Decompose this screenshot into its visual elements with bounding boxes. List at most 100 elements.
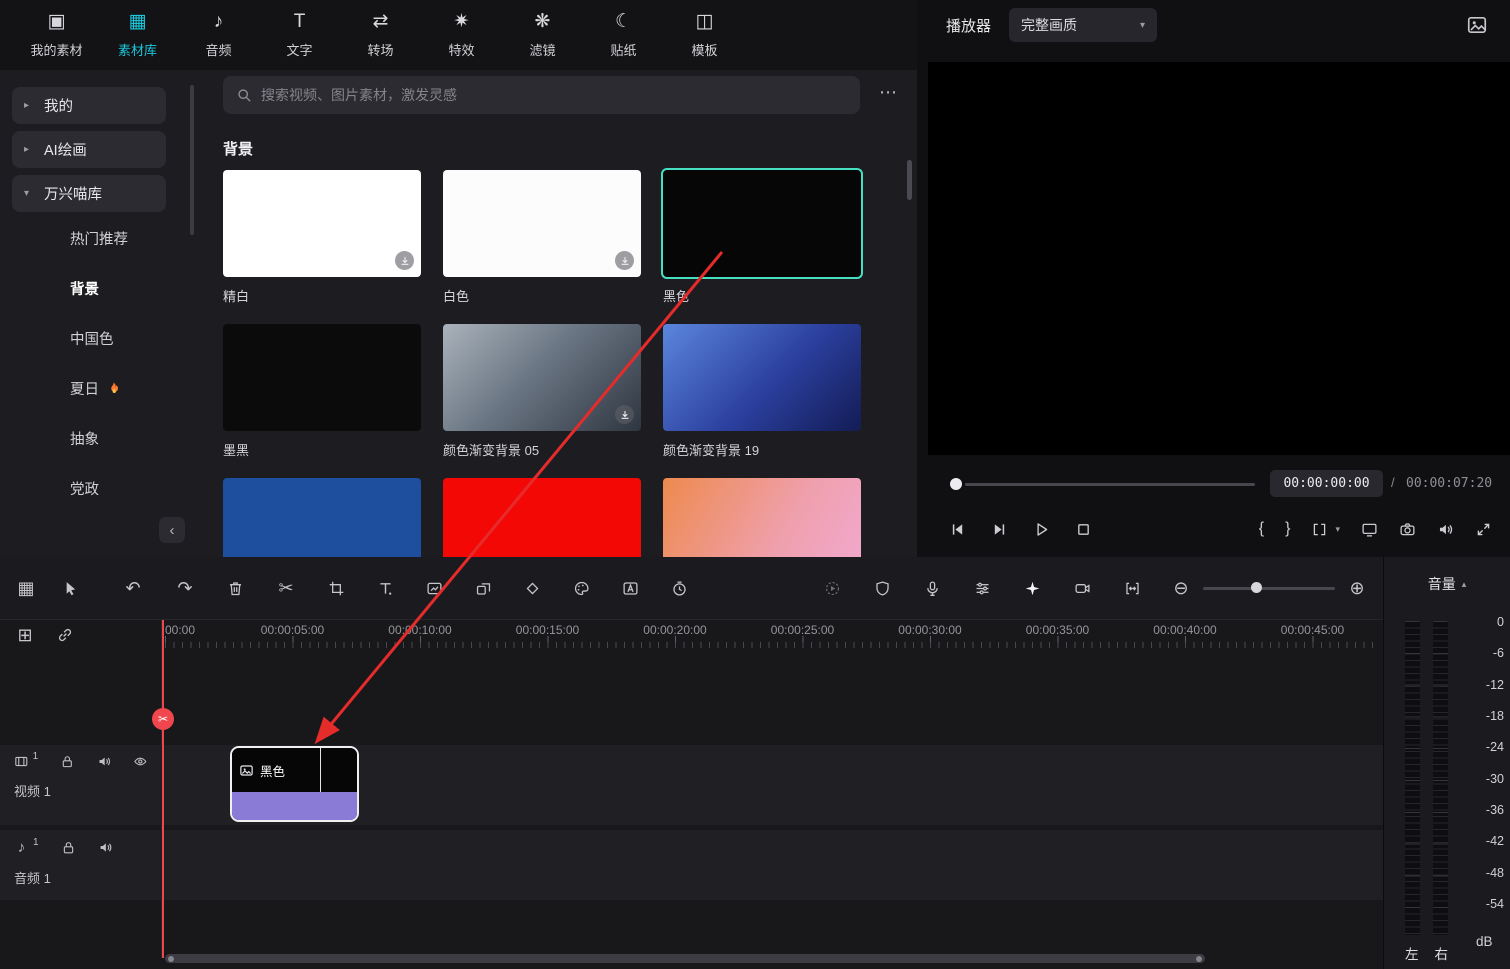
crop-button[interactable] [328,580,345,597]
next-frame-button[interactable] [991,521,1008,538]
tab-media[interactable]: ▣我的素材 [16,11,97,59]
sidebar-group-2[interactable]: ▾万兴喵库 [12,175,166,212]
library-item[interactable] [223,478,421,557]
snapshot-button[interactable] [1399,521,1416,538]
sidebar-item-1[interactable]: 背景 [0,263,200,313]
player-volume-button[interactable] [1437,521,1454,538]
mask-button[interactable] [874,580,891,597]
stop-button[interactable] [1075,521,1092,538]
download-icon[interactable] [615,405,634,424]
duration-button[interactable] [671,580,688,597]
library-item[interactable] [443,478,641,557]
tab-library[interactable]: ▦素材库 [97,11,178,59]
redo-button[interactable]: ↷ [175,577,195,599]
enhance-button[interactable] [1024,580,1041,597]
adjust-button[interactable] [974,580,991,597]
sidebar-collapse-button[interactable]: ‹ [159,517,185,543]
media-grid-icon[interactable]: ▦ [16,577,36,599]
tab-effects[interactable]: ✷特效 [421,11,502,59]
tab-music[interactable]: ♪音频 [178,11,259,59]
download-icon[interactable] [395,251,414,270]
video-track-header: 1 视频 1 [0,745,161,825]
ruler-label: 00:00:35:00 [1026,623,1089,637]
volume-meters [1405,621,1448,935]
playhead[interactable] [162,620,164,958]
text-tool-button[interactable] [377,580,394,597]
add-track-button[interactable]: ⊞ [14,624,36,646]
sidebar-group-0[interactable]: ▸我的 [12,87,166,124]
player-tools: { } ▾ [1259,512,1492,546]
tab-transition[interactable]: ⇄转场 [340,11,421,59]
duplicate-button[interactable] [475,580,492,597]
library-item[interactable]: 颜色渐变背景 19 [663,324,861,459]
mute-track-icon[interactable] [98,840,113,855]
previous-frame-button[interactable] [949,521,966,538]
sidebar-group-1[interactable]: ▸AI绘画 [12,131,166,168]
sidebar-item-4[interactable]: 抽象 [0,413,200,463]
library-item-label: 白色 [443,286,641,305]
volume-header[interactable]: 音量 ▴ [1384,569,1510,599]
quality-dropdown[interactable]: 完整画质 ▾ [1009,8,1157,42]
screen-record-button[interactable] [1074,580,1091,597]
fit-timeline-button[interactable] [1124,580,1141,597]
color-correction-button[interactable] [573,580,590,597]
mark-out-button[interactable]: } [1285,520,1290,538]
fullscreen-button[interactable] [1475,521,1492,538]
chevron-down-icon[interactable]: ▾ [1335,524,1340,535]
tab-template[interactable]: ◫模板 [664,11,745,59]
in-out-range-button[interactable] [1311,521,1328,538]
lock-track-icon[interactable] [61,840,76,855]
scrollbar-left-handle[interactable] [168,956,174,962]
search-input[interactable] [261,87,847,103]
mute-track-icon[interactable] [97,754,112,769]
chevron-down-icon: ▾ [1140,20,1145,31]
zoom-out-button[interactable]: ⊖ [1171,577,1191,599]
speed-button[interactable] [426,580,443,597]
speech-to-text-button[interactable] [622,580,639,597]
display-mode-button[interactable] [1361,521,1378,538]
db-tick-label: -18 [1486,709,1504,723]
library-item[interactable] [663,478,861,557]
delete-button[interactable] [227,580,244,597]
scrollbar-right-handle[interactable] [1196,956,1202,962]
library-item[interactable]: 白色 [443,170,641,305]
hide-track-icon[interactable] [133,754,148,769]
sidebar-item-3[interactable]: 夏日 [0,363,200,413]
play-button[interactable] [1033,521,1050,538]
keyframe-button[interactable] [524,580,541,597]
library-item[interactable]: 黑色 [663,170,861,305]
library-scrollbar[interactable] [907,160,912,200]
zoom-slider-handle[interactable] [1251,582,1262,593]
undo-button[interactable]: ↶ [123,577,143,599]
library-item[interactable]: 精白 [223,170,421,305]
preview-image-icon[interactable] [1466,14,1488,36]
sidebar-scrollbar[interactable] [190,85,194,235]
tab-filter[interactable]: ❋滤镜 [502,11,583,59]
split-scissors-button[interactable]: ✂ [276,577,296,599]
progress-track[interactable] [965,483,1255,486]
render-preview-button[interactable] [824,580,841,597]
zoom-slider[interactable] [1203,578,1335,598]
sidebar-item-0[interactable]: 热门推荐 [0,213,200,263]
timeline-ruler[interactable]: 00:0000:00:05:0000:00:10:0000:00:15:0000… [0,620,1383,650]
zoom-in-button[interactable]: ⊕ [1347,577,1367,599]
select-tool-button[interactable] [62,580,79,597]
tab-sticker[interactable]: ☾贴纸 [583,11,664,59]
timeline-clip[interactable]: 黑色 [230,746,359,822]
link-clips-button[interactable] [56,626,74,644]
fire-icon [106,380,121,397]
library-item[interactable]: 墨黑 [223,324,421,459]
playhead-split-handle[interactable]: ✂ [152,708,174,730]
mark-in-button[interactable]: { [1259,520,1264,538]
more-options-button[interactable]: ⋯ [879,82,897,103]
library-item[interactable]: 颜色渐变背景 05 [443,324,641,459]
download-icon[interactable] [615,251,634,270]
horizontal-scrollbar[interactable] [165,954,1205,963]
tab-text[interactable]: T文字 [259,11,340,59]
video-track-label: 视频 1 [14,781,148,800]
progress-handle[interactable] [950,478,962,490]
sidebar-item-2[interactable]: 中国色 [0,313,200,363]
sidebar-item-5[interactable]: 党政 [0,463,200,513]
voiceover-button[interactable] [924,580,941,597]
lock-track-icon[interactable] [60,754,75,769]
